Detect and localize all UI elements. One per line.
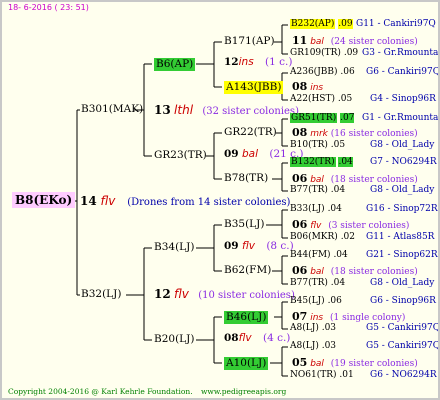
gen3-drone-info-2: 08 ins [292, 80, 324, 93]
gen3-queen-6: B62(FM) [224, 264, 272, 276]
gen4-code-12: G8 - Old_Lady [370, 278, 435, 288]
gen2-drone-info-1: 12ins (1 c.) [224, 56, 293, 68]
gen4-row-11: B44(FM) .04 [290, 250, 348, 260]
gen4-code-15: G5 - Cankiri97Q [366, 341, 440, 351]
root-queen-label: B8(EKo) [12, 192, 76, 208]
gen3-drone-info-3: 08 mrk (16 sister colonies) [292, 126, 418, 139]
gen3-drone-info-8: 05 bal (19 sister colonies) [292, 356, 418, 369]
gen1-queen-2: B32(LJ) [81, 288, 122, 300]
gen2-drone-info-3: 09 flv (8 c.) [224, 240, 294, 252]
gen4-row-12: B77(TR) .04 [290, 278, 346, 288]
gen4-row-14: A8(LJ) .03 [290, 323, 337, 333]
footer-copyright: Copyright 2004-2016 @ Karl Kehrle Founda… [8, 387, 193, 396]
gen3-drone-info-7: 07 ins (1 single colony) [292, 310, 406, 323]
gen4-row-6: B10(TR) .05 [290, 140, 346, 150]
date-stamp: 18- 6-2016 ( 23: 51) [8, 3, 89, 12]
gen2-queen-3: B34(LJ) [154, 241, 195, 253]
gen2-drone-info-4: 08flv (4 c.) [224, 332, 291, 344]
gen3-queen-7: B46(LJ) [224, 311, 269, 324]
gen3-queen-8: A10(LJ) [224, 357, 269, 370]
gen4-code-6: G8 - Old_Lady [370, 140, 435, 150]
gen4-row-5: GR51(TR) .07 [290, 113, 355, 123]
gen4-code-13: G6 - Sinop96R [370, 296, 436, 306]
gen4-code-5: G1 - Gr.Rmounta [362, 113, 439, 123]
gen1-drone-info-1: 13 lthl (32 sister colonies) [154, 103, 299, 117]
gen2-queen-2: GR23(TR) [154, 149, 207, 161]
gen4-code-1: G11 - Cankiri97Q [356, 19, 436, 29]
gen3-queen-5: B35(LJ) [224, 218, 265, 230]
gen4-row-1: B232(AP) .09 [290, 19, 353, 29]
gen4-row-7: B132(TR) .04 [290, 157, 353, 167]
gen4-code-16: G6 - NO6294R [370, 370, 437, 380]
gen4-code-10: G11 - Atlas85R [366, 232, 435, 242]
gen4-code-2: G3 - Gr.Rmounta [362, 48, 439, 58]
gen1-drone-info-2: 12 flv (10 sister colonies) [154, 287, 295, 301]
gen4-row-2: GR109(TR) .09 [290, 48, 359, 58]
root-drone-abbr: flv [100, 194, 116, 208]
gen4-row-15: A8(LJ) .03 [290, 341, 337, 351]
gen4-code-7: G7 - NO6294R [370, 157, 437, 167]
footer-url: www.pedigreeapis.org [200, 387, 287, 396]
root-drone-count: 14 [80, 194, 97, 208]
gen4-row-13: B45(LJ) .06 [290, 296, 342, 306]
gen4-code-11: G21 - Sinop62R [366, 250, 438, 260]
gen4-code-14: G5 - Cankiri97Q [366, 323, 440, 333]
footer: Copyright 2004-2016 @ Karl Kehrle Founda… [8, 388, 286, 396]
gen4-row-9: B33(LJ) .04 [290, 204, 342, 214]
gen4-code-9: G16 - Sinop72R [366, 204, 438, 214]
gen3-drone-info-1: 11 bal (24 sister colonies) [292, 34, 418, 47]
gen2-queen-4: B20(LJ) [154, 333, 195, 345]
root-queen: B8(EKo) [12, 192, 76, 208]
gen3-queen-3: GR22(TR) [224, 126, 277, 138]
gen4-row-8: B77(TR) .04 [290, 185, 346, 195]
gen4-row-10: B06(MKR) .02 [290, 232, 356, 242]
gen3-drone-info-4: 06 bal (18 sister colonies) [292, 172, 418, 185]
gen4-code-4: G4 - Sinop96R [370, 94, 436, 104]
gen4-row-4: A22(HST) .05 [290, 94, 353, 104]
root-drone-note: (Drones from 14 sister colonies) [127, 197, 291, 208]
gen3-drone-info-6: 06 bal (18 sister colonies) [292, 264, 418, 277]
gen2-queen-1: B6(AP) [154, 58, 196, 71]
gen4-code-3: G6 - Cankiri97Q [366, 67, 440, 77]
gen1-queen-1: B301(MAK) [81, 103, 144, 115]
gen3-queen-1: B171(AP) [224, 35, 275, 47]
gen4-code-8: G8 - Old_Lady [370, 185, 435, 195]
gen3-queen-4: B78(TR) [224, 172, 269, 184]
gen3-queen-2: A143(JBB) [224, 81, 284, 94]
pedigree-frame: 18- 6-2016 ( 23: 51) B8(EKo) 14 flv (Dro… [0, 0, 440, 400]
gen4-row-16: NO61(TR) .01 [290, 370, 354, 380]
gen3-drone-info-5: 06 flv (3 sister colonies) [292, 218, 410, 231]
root-drone-info: 14 flv (Drones from 14 sister colonies) [80, 195, 290, 208]
gen4-row-3: A236(JBB) .06 [290, 67, 355, 77]
